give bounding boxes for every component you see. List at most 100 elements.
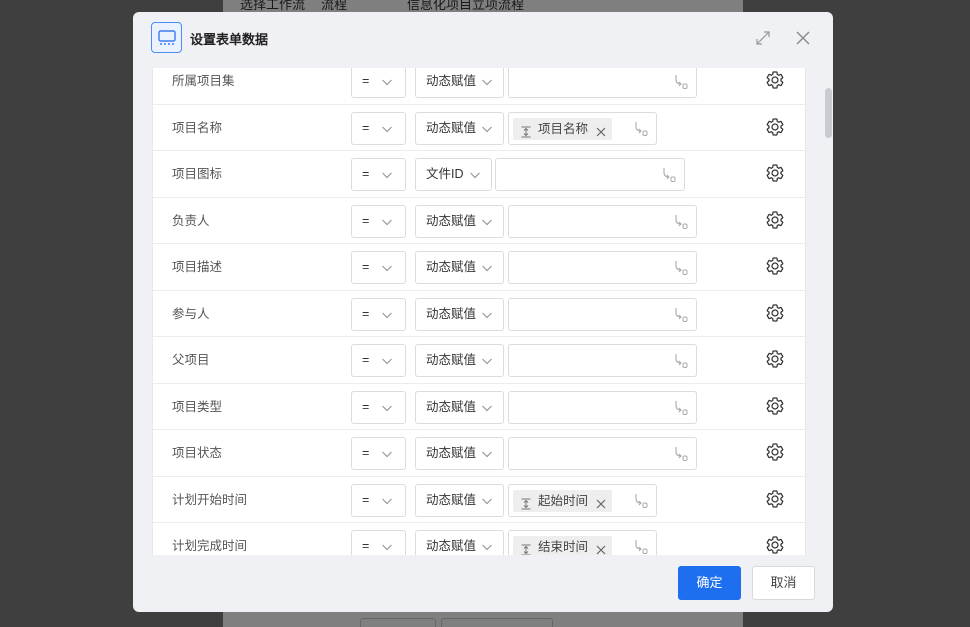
operator-value: = — [362, 260, 370, 274]
insert-variable-icon[interactable] — [634, 539, 648, 555]
gear-icon[interactable] — [765, 163, 785, 183]
insert-variable-icon[interactable] — [634, 121, 648, 137]
value-input[interactable] — [508, 204, 697, 238]
operator-value: = — [362, 167, 370, 181]
assign-mode-select[interactable]: 动态赋值 — [415, 530, 504, 555]
assign-mode-select[interactable]: 动态赋值 — [415, 483, 504, 517]
assign-mode-select[interactable]: 动态赋值 — [415, 437, 504, 470]
insert-variable-icon[interactable] — [674, 260, 688, 276]
operator-select[interactable]: = — [351, 437, 406, 470]
chevron-down-icon — [381, 402, 393, 414]
assign-mode-select[interactable]: 动态赋值 — [415, 68, 504, 98]
value-input[interactable]: 起始时间 — [508, 483, 657, 517]
insert-variable-icon[interactable] — [674, 446, 688, 462]
gear-icon[interactable] — [765, 396, 785, 416]
operator-select[interactable]: = — [351, 390, 406, 424]
table-row: 计划完成时间 = 动态赋值 结束时间 — [153, 523, 805, 555]
operator-value: = — [362, 120, 370, 135]
value-input[interactable] — [508, 437, 697, 470]
close-icon[interactable] — [595, 495, 607, 508]
chevron-down-icon — [469, 169, 481, 181]
insert-variable-icon[interactable] — [674, 400, 688, 416]
chevron-down-icon — [481, 541, 493, 553]
operator-select[interactable]: = — [351, 68, 406, 98]
assign-mode-select[interactable]: 动态赋值 — [415, 111, 504, 145]
chevron-down-icon — [481, 355, 493, 367]
value-input[interactable] — [495, 158, 685, 191]
field-label: 父项目 — [172, 353, 210, 367]
field-label: 项目描述 — [172, 260, 223, 274]
insert-variable-icon[interactable] — [674, 74, 688, 90]
expand-icon[interactable] — [754, 29, 772, 47]
operator-select[interactable]: = — [351, 251, 406, 284]
value-input[interactable] — [508, 344, 697, 377]
dialog-header: 设置表单数据 — [133, 12, 833, 68]
close-icon[interactable] — [794, 29, 812, 47]
operator-select[interactable]: = — [351, 297, 406, 331]
dialog-title: 设置表单数据 — [190, 32, 269, 47]
operator-select[interactable]: = — [351, 344, 406, 377]
gear-icon[interactable] — [765, 535, 785, 555]
value-input[interactable] — [508, 390, 697, 424]
assign-mode-select[interactable]: 动态赋值 — [415, 251, 504, 284]
gear-icon[interactable] — [765, 442, 785, 462]
value-input[interactable]: 结束时间 — [508, 530, 657, 555]
assign-mode-value: 文件ID — [426, 167, 464, 181]
gear-icon[interactable] — [765, 70, 785, 90]
table-row: 父项目 = 动态赋值 — [153, 337, 805, 384]
chevron-down-icon — [381, 541, 393, 553]
assign-mode-value: 动态赋值 — [426, 446, 477, 460]
chevron-down-icon — [381, 355, 393, 367]
operator-select[interactable]: = — [351, 204, 406, 238]
assign-mode-value: 动态赋值 — [426, 213, 477, 228]
table-row: 项目描述 = 动态赋值 — [153, 244, 805, 291]
chevron-down-icon — [481, 309, 493, 321]
chevron-down-icon — [381, 169, 393, 181]
insert-variable-icon[interactable] — [674, 353, 688, 369]
variable-tag: 项目名称 — [513, 117, 613, 140]
field-label: 计划开始时间 — [172, 492, 248, 507]
assign-mode-select[interactable]: 动态赋值 — [415, 390, 504, 424]
insert-variable-icon[interactable] — [674, 307, 688, 323]
operator-value: = — [362, 492, 370, 507]
insert-variable-icon[interactable] — [674, 214, 688, 230]
gear-icon[interactable] — [765, 349, 785, 369]
assign-mode-select[interactable]: 动态赋值 — [415, 297, 504, 331]
value-input[interactable] — [508, 297, 697, 331]
gear-icon[interactable] — [765, 210, 785, 230]
field-label: 负责人 — [172, 213, 210, 228]
assign-mode-select[interactable]: 动态赋值 — [415, 204, 504, 238]
close-icon[interactable] — [595, 541, 607, 555]
operator-value: = — [362, 446, 370, 460]
operator-select[interactable]: = — [351, 111, 406, 145]
variable-tag-label: 项目名称 — [538, 121, 589, 136]
table-row: 项目图标 = 文件ID — [153, 151, 805, 198]
chevron-down-icon — [481, 76, 493, 88]
cancel-button[interactable]: 取消 — [752, 566, 815, 600]
value-input[interactable] — [508, 251, 697, 284]
table-row: 项目名称 = 动态赋值 项目名称 — [153, 105, 805, 151]
gear-icon[interactable] — [765, 117, 785, 137]
gear-icon[interactable] — [765, 256, 785, 276]
gear-icon[interactable] — [765, 303, 785, 323]
insert-variable-icon[interactable] — [662, 167, 676, 183]
operator-value: = — [362, 306, 370, 321]
assign-mode-select[interactable]: 文件ID — [415, 158, 492, 191]
dialog-body: 所属项目集 = 动态赋值 项目名称 = 动态赋值 项目名称 项目图标 = 文件ID 负责人 = 动态赋值… — [152, 68, 806, 555]
scrollbar-thumb[interactable] — [825, 88, 832, 138]
close-icon[interactable] — [595, 123, 607, 136]
gear-icon[interactable] — [765, 489, 785, 509]
insert-variable-icon[interactable] — [634, 493, 648, 509]
value-input[interactable]: 项目名称 — [508, 111, 657, 145]
operator-select[interactable]: = — [351, 530, 406, 555]
assign-mode-select[interactable]: 动态赋值 — [415, 344, 504, 377]
chevron-down-icon — [381, 448, 393, 460]
chevron-down-icon — [481, 402, 493, 414]
operator-select[interactable]: = — [351, 483, 406, 517]
table-row: 负责人 = 动态赋值 — [153, 198, 805, 244]
operator-select[interactable]: = — [351, 158, 406, 191]
value-input[interactable] — [508, 68, 697, 98]
field-label: 项目类型 — [172, 399, 223, 414]
confirm-button[interactable]: 确定 — [678, 566, 741, 600]
operator-value: = — [362, 353, 370, 367]
